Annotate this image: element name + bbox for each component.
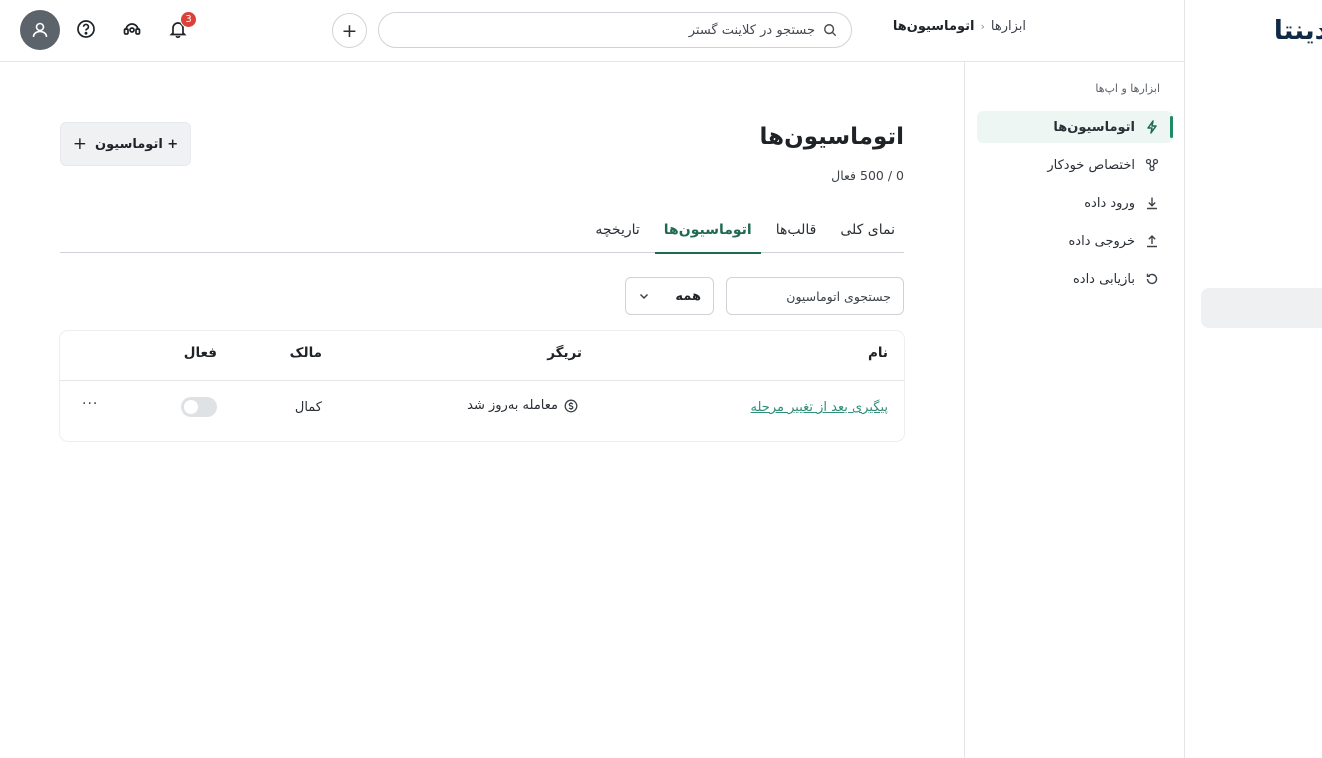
active-toggle[interactable] xyxy=(181,397,217,417)
sidebar-item-restore[interactable]: بازیابی داده xyxy=(977,263,1173,295)
main-content: اتوماسیون‌ها 0 / 500 فعال + اتوماسیون + … xyxy=(60,62,904,758)
sidebar-item-label: ورود داده xyxy=(1084,195,1135,211)
table-row: پیگیری بعد از تغییر مرحله معامله به‌روز … xyxy=(60,382,904,440)
brand-column: دینتا xyxy=(1184,0,1322,758)
plus-icon: + xyxy=(72,134,88,154)
tab-templates[interactable]: قالب‌ها xyxy=(767,206,826,253)
automations-table: نام تریگر مالک فعال پیگیری بعد از تغییر … xyxy=(60,331,904,441)
column-header-active[interactable]: فعال xyxy=(184,345,217,361)
restore-icon xyxy=(1145,272,1159,286)
trigger-label: معامله به‌روز شد xyxy=(467,398,558,413)
breadcrumb: ابزارها ‹ اتوماسیون‌ها xyxy=(893,19,1026,34)
sidebar-item-auto-assign[interactable]: اختصاص خودکار xyxy=(977,149,1173,181)
bolt-icon xyxy=(1145,120,1159,134)
automation-name-link[interactable]: پیگیری بعد از تغییر مرحله xyxy=(751,400,888,415)
owner-cell: کمال xyxy=(294,400,322,415)
share-icon xyxy=(1145,158,1159,172)
add-automation-button[interactable]: + اتوماسیون + xyxy=(60,122,191,166)
sidebar-item-automations[interactable]: اتوماسیون‌ها xyxy=(977,111,1173,143)
automation-search-placeholder: جستجوی اتوماسیون xyxy=(786,288,891,304)
sidebar-section-label: ابزارها و اپ‌ها xyxy=(1095,82,1160,95)
breadcrumb-separator: ‹ xyxy=(980,20,985,33)
table-header: نام تریگر مالک فعال xyxy=(60,331,904,381)
upload-icon xyxy=(1145,234,1159,248)
sidebar-item-label: اختصاص خودکار xyxy=(1047,157,1135,173)
active-count: 0 / 500 فعال xyxy=(831,168,904,183)
column-header-name[interactable]: نام xyxy=(868,345,888,361)
add-button-label: + اتوماسیون xyxy=(95,136,179,152)
column-header-trigger[interactable]: تریگر xyxy=(547,345,582,361)
notification-badge: 3 xyxy=(180,11,197,28)
sidebar: ابزارها و اپ‌ها اتوماسیون‌ها اختصاص خودک… xyxy=(964,62,1184,758)
brand-placeholder-pill xyxy=(1201,288,1322,328)
more-options-icon[interactable]: ··· xyxy=(82,396,98,412)
chevron-down-icon xyxy=(639,293,649,300)
trigger-cell: معامله به‌روز شد xyxy=(467,398,578,413)
tab-bar: نمای کلی قالب‌ها اتوماسیون‌ها تاریخچه xyxy=(60,206,904,254)
automation-search-input[interactable]: جستجوی اتوماسیون xyxy=(726,277,904,315)
status-filter-value: همه xyxy=(675,288,701,304)
sidebar-item-label: اتوماسیون‌ها xyxy=(1053,119,1135,135)
sidebar-item-export[interactable]: خروجی داده xyxy=(977,225,1173,257)
tab-overview[interactable]: نمای کلی xyxy=(831,206,904,253)
column-header-owner[interactable]: مالک xyxy=(290,345,322,361)
breadcrumb-parent[interactable]: ابزارها xyxy=(991,19,1026,34)
download-icon xyxy=(1145,196,1159,210)
support-headset-icon[interactable] xyxy=(121,18,143,40)
sidebar-item-import[interactable]: ورود داده xyxy=(977,187,1173,219)
search-icon xyxy=(824,24,837,37)
sidebar-item-label: بازیابی داده xyxy=(1072,271,1135,287)
tab-automations[interactable]: اتوماسیون‌ها xyxy=(654,206,761,254)
user-avatar[interactable] xyxy=(20,10,60,50)
quick-add-button[interactable]: + xyxy=(332,13,367,48)
toggle-knob xyxy=(184,400,198,414)
sidebar-item-label: خروجی داده xyxy=(1068,233,1136,249)
user-icon xyxy=(32,22,48,38)
search-placeholder: جستجو در کلاینت گستر xyxy=(688,22,815,38)
page-title: اتوماسیون‌ها xyxy=(759,124,904,150)
help-icon[interactable] xyxy=(75,18,97,40)
breadcrumb-current: اتوماسیون‌ها xyxy=(892,19,975,34)
app-logo[interactable]: دینتا xyxy=(1274,16,1322,46)
deal-coin-icon xyxy=(564,399,578,412)
status-filter-select[interactable]: همه xyxy=(625,277,714,315)
global-search-input[interactable]: جستجو در کلاینت گستر xyxy=(378,12,852,48)
tab-history[interactable]: تاریخچه xyxy=(586,206,648,253)
top-bar: 3 + جستجو در کلاینت گستر ابزارها ‹ اتوما… xyxy=(0,0,1184,62)
